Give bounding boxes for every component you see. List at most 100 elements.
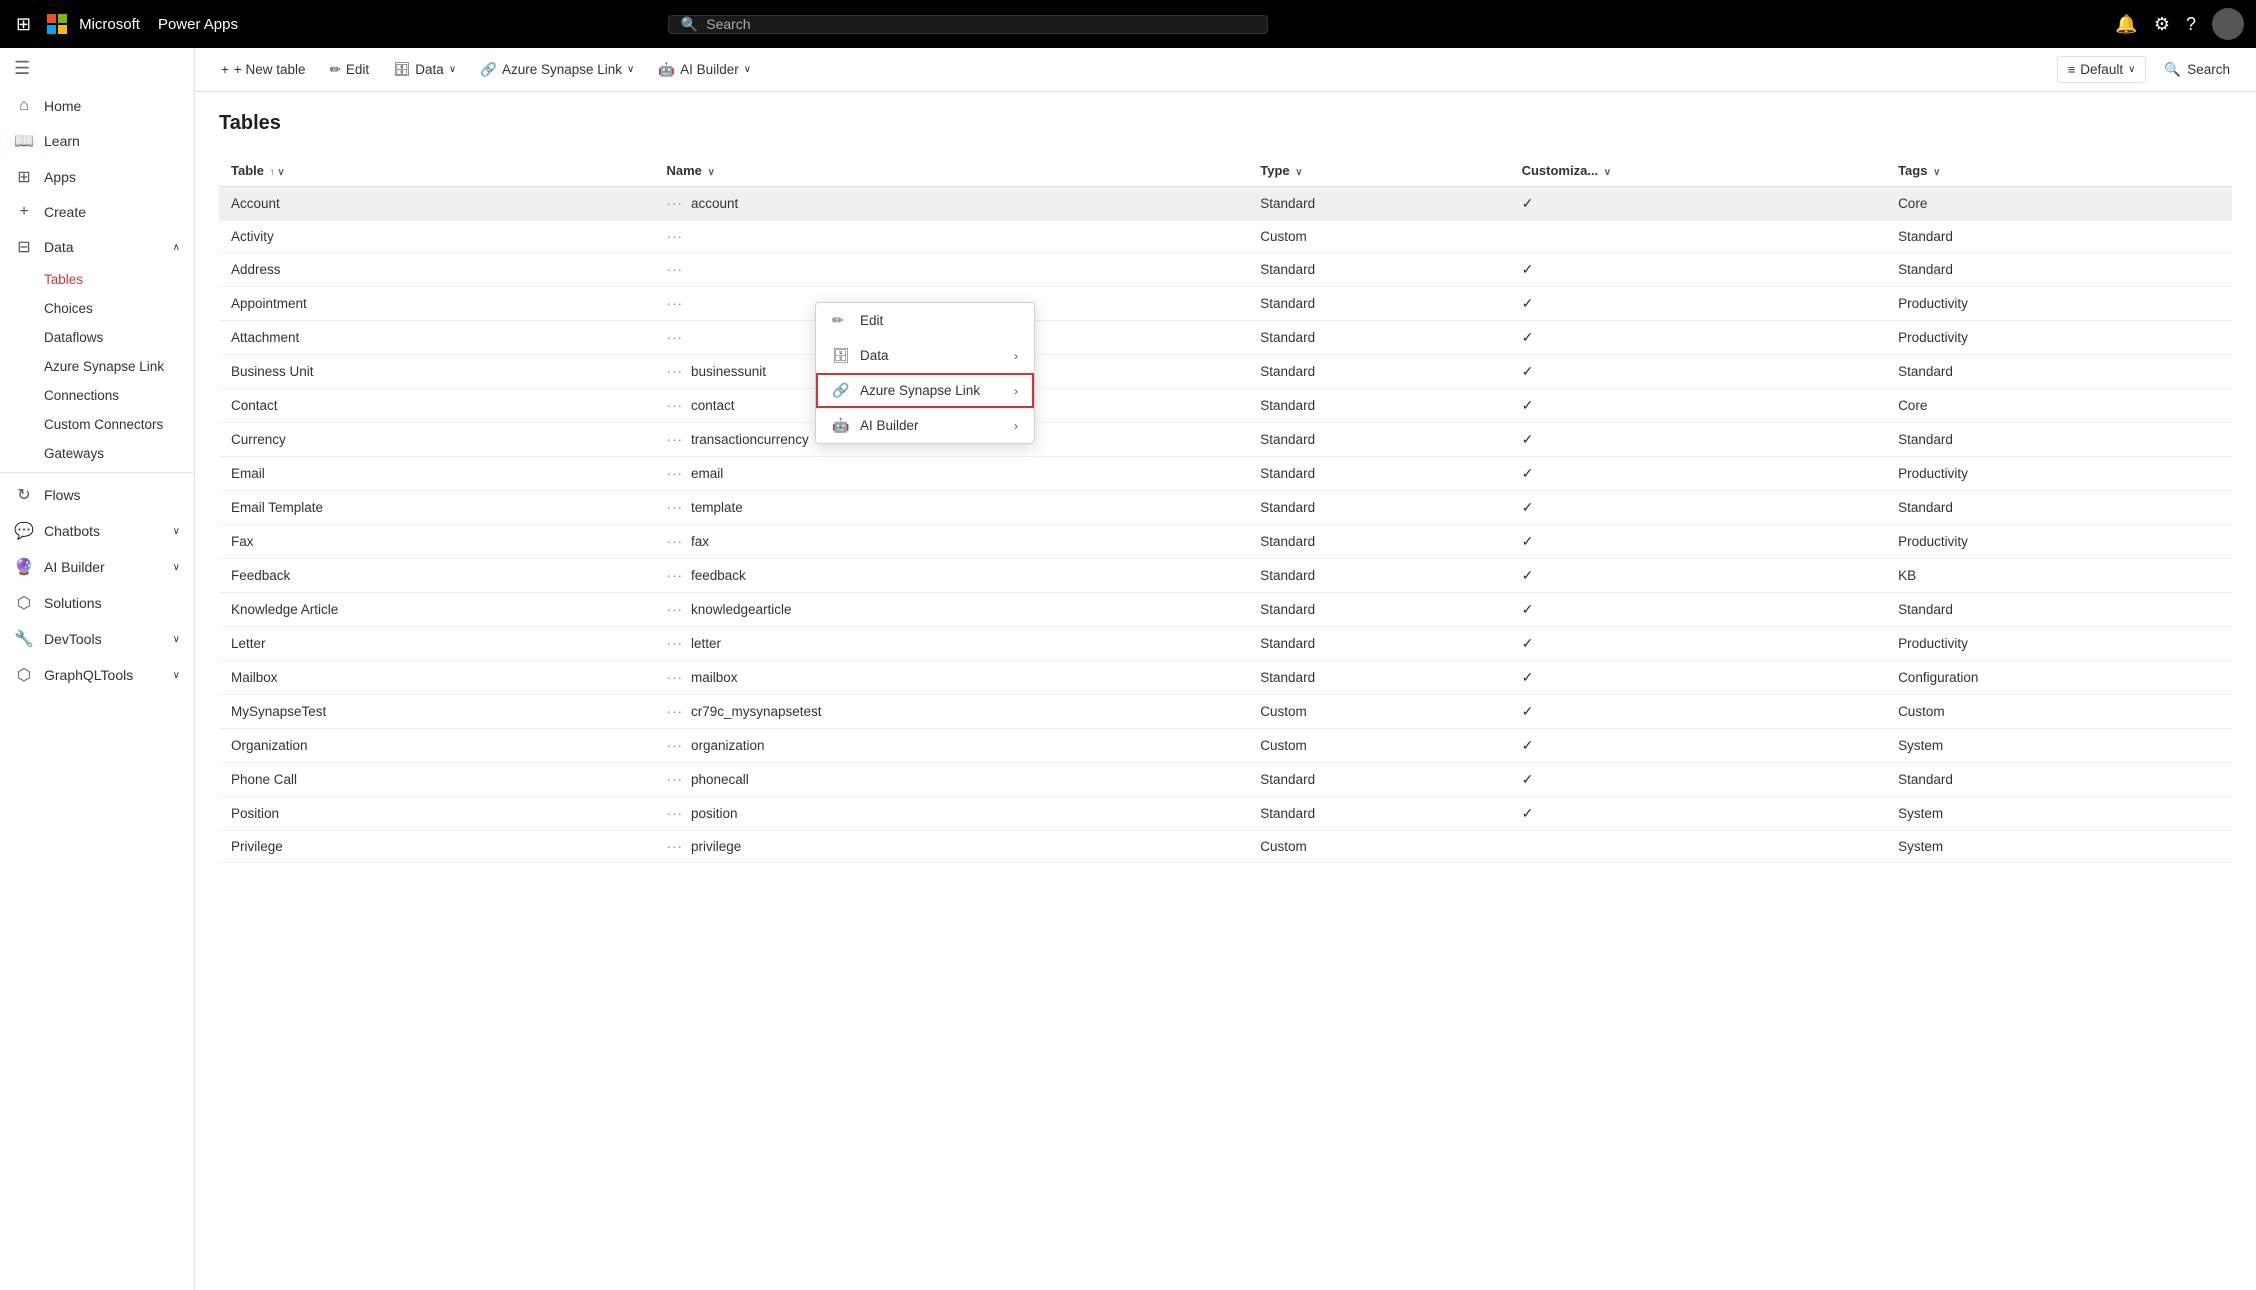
- graphql-chevron-icon: ∨: [173, 670, 180, 681]
- sidebar-item-custom-connectors[interactable]: Custom Connectors: [0, 410, 194, 439]
- help-icon[interactable]: ?: [2186, 14, 2196, 35]
- new-table-button[interactable]: + + New table: [211, 57, 316, 82]
- more-dots[interactable]: ···: [667, 296, 684, 311]
- cell-tags: Standard: [1886, 763, 2232, 797]
- global-search-bar[interactable]: 🔍: [668, 15, 1268, 34]
- sidebar-item-create[interactable]: + Create: [0, 195, 194, 229]
- sidebar-toggle[interactable]: ☰: [0, 48, 194, 89]
- table-row[interactable]: Email ···email Standard ✓ Productivity: [219, 457, 2232, 491]
- global-search-input[interactable]: [706, 16, 1255, 32]
- table-row[interactable]: MySynapseTest ···cr79c_mysynapsetest Cus…: [219, 695, 2232, 729]
- more-dots[interactable]: ···: [667, 196, 684, 211]
- avatar[interactable]: [2212, 8, 2244, 40]
- cell-name: ···email: [655, 457, 1249, 491]
- notification-icon[interactable]: 🔔: [2115, 14, 2137, 35]
- more-dots[interactable]: ···: [667, 262, 684, 277]
- default-button[interactable]: ≡ Default ∨: [2057, 56, 2147, 83]
- cell-name: ···position: [655, 797, 1249, 831]
- sidebar-item-chatbots[interactable]: 💬 Chatbots ∨: [0, 513, 194, 549]
- sidebar-item-gateways[interactable]: Gateways: [0, 439, 194, 468]
- context-menu-data[interactable]: 🗄 Data ›: [816, 338, 1034, 373]
- more-dots[interactable]: ···: [667, 229, 684, 244]
- table-row[interactable]: Privilege ···privilege Custom System: [219, 831, 2232, 863]
- more-dots[interactable]: ···: [667, 839, 684, 854]
- cell-type: Standard: [1248, 253, 1509, 287]
- sidebar-item-devtools[interactable]: 🔧 DevTools ∨: [0, 621, 194, 657]
- table-row[interactable]: Feedback ···feedback Standard ✓ KB: [219, 559, 2232, 593]
- table-row[interactable]: Fax ···fax Standard ✓ Productivity: [219, 525, 2232, 559]
- check-icon: ✓: [1522, 431, 1534, 447]
- sidebar-item-choices[interactable]: Choices: [0, 294, 194, 323]
- sidebar-item-graphql[interactable]: ⬡ GraphQLTools ∨: [0, 657, 194, 693]
- cell-type: Standard: [1248, 797, 1509, 831]
- ai-builder-toolbar-button[interactable]: 🤖 AI Builder ∨: [648, 57, 761, 83]
- graphql-icon: ⬡: [14, 665, 34, 685]
- table-row[interactable]: Currency ···transactioncurrency Standard…: [219, 423, 2232, 457]
- more-dots[interactable]: ···: [667, 738, 684, 753]
- sidebar-item-label-graphql: GraphQLTools: [44, 667, 133, 683]
- col-type[interactable]: Type ∨: [1248, 155, 1509, 187]
- sidebar-item-tables[interactable]: Tables: [0, 265, 194, 294]
- more-dots[interactable]: ···: [667, 500, 684, 515]
- sidebar-item-flows[interactable]: ↻ Flows: [0, 477, 194, 513]
- more-dots[interactable]: ···: [667, 602, 684, 617]
- more-dots[interactable]: ···: [667, 364, 684, 379]
- more-dots[interactable]: ···: [667, 330, 684, 345]
- table-row[interactable]: Attachment ··· Standard ✓ Productivity: [219, 321, 2232, 355]
- more-dots[interactable]: ···: [667, 704, 684, 719]
- more-dots[interactable]: ···: [667, 670, 684, 685]
- table-row[interactable]: Mailbox ···mailbox Standard ✓ Configurat…: [219, 661, 2232, 695]
- cell-type: Standard: [1248, 389, 1509, 423]
- sidebar-item-learn[interactable]: 📖 Learn: [0, 123, 194, 159]
- table-row[interactable]: Organization ···organization Custom ✓ Sy…: [219, 729, 2232, 763]
- azure-synapse-button[interactable]: 🔗 Azure Synapse Link ∨: [470, 57, 644, 83]
- sidebar-item-ai-builder[interactable]: 🔮 AI Builder ∨: [0, 549, 194, 585]
- home-icon: ⌂: [14, 97, 34, 115]
- table-row[interactable]: Position ···position Standard ✓ System: [219, 797, 2232, 831]
- sidebar-item-azure-synapse-link[interactable]: Azure Synapse Link: [0, 352, 194, 381]
- more-dots[interactable]: ···: [667, 772, 684, 787]
- more-dots[interactable]: ···: [667, 432, 684, 447]
- cell-tags: KB: [1886, 559, 2232, 593]
- cell-table: Address: [219, 253, 655, 287]
- waffle-icon[interactable]: ⊞: [12, 10, 35, 39]
- context-menu-edit[interactable]: ✏ Edit: [816, 303, 1034, 338]
- sidebar-item-data[interactable]: ⊟ Data ∧: [0, 229, 194, 265]
- edit-button[interactable]: ✏ Edit: [320, 57, 380, 83]
- col-table[interactable]: Table ↑ ∨: [219, 155, 655, 187]
- table-row[interactable]: Email Template ···template Standard ✓ St…: [219, 491, 2232, 525]
- sidebar-item-dataflows[interactable]: Dataflows: [0, 323, 194, 352]
- table-row[interactable]: Knowledge Article ···knowledgearticle St…: [219, 593, 2232, 627]
- data-button[interactable]: 🗄 Data ∨: [383, 57, 466, 83]
- table-row[interactable]: Phone Call ···phonecall Standard ✓ Stand…: [219, 763, 2232, 797]
- cell-customizable: ✓: [1510, 253, 1886, 287]
- context-menu-ai[interactable]: 🤖 AI Builder ›: [816, 408, 1034, 443]
- table-row[interactable]: Address ··· Standard ✓ Standard: [219, 253, 2232, 287]
- sidebar-item-apps[interactable]: ⊞ Apps: [0, 159, 194, 195]
- col-customizable[interactable]: Customiza... ∨: [1510, 155, 1886, 187]
- sidebar-item-home[interactable]: ⌂ Home: [0, 89, 194, 123]
- more-dots[interactable]: ···: [667, 534, 684, 549]
- more-dots[interactable]: ···: [667, 568, 684, 583]
- table-row[interactable]: Appointment ··· Standard ✓ Productivity: [219, 287, 2232, 321]
- search-button[interactable]: 🔍 Search: [2154, 57, 2240, 83]
- sidebar-item-connections[interactable]: Connections: [0, 381, 194, 410]
- table-row[interactable]: Contact ···contact Standard ✓ Core: [219, 389, 2232, 423]
- col-tags[interactable]: Tags ∨: [1886, 155, 2232, 187]
- sidebar-item-solutions[interactable]: ⬡ Solutions: [0, 585, 194, 621]
- cell-type: Standard: [1248, 559, 1509, 593]
- more-dots[interactable]: ···: [667, 636, 684, 651]
- table-row[interactable]: Account ···account Standard ✓ Core: [219, 187, 2232, 221]
- table-row[interactable]: Letter ···letter Standard ✓ Productivity: [219, 627, 2232, 661]
- table-row[interactable]: Activity ··· Custom Standard: [219, 221, 2232, 253]
- settings-icon[interactable]: ⚙: [2154, 14, 2170, 35]
- more-dots[interactable]: ···: [667, 466, 684, 481]
- context-menu-azure[interactable]: 🔗 Azure Synapse Link ›: [816, 373, 1034, 408]
- content-area: + + New table ✏ Edit 🗄 Data ∨ 🔗 Azure Sy…: [195, 48, 2256, 1290]
- cell-customizable: ✓: [1510, 763, 1886, 797]
- table-row[interactable]: Business Unit ···businessunit Standard ✓…: [219, 355, 2232, 389]
- col-name[interactable]: Name ∨: [655, 155, 1249, 187]
- more-dots[interactable]: ···: [667, 806, 684, 821]
- more-dots[interactable]: ···: [667, 398, 684, 413]
- cell-customizable: ✓: [1510, 559, 1886, 593]
